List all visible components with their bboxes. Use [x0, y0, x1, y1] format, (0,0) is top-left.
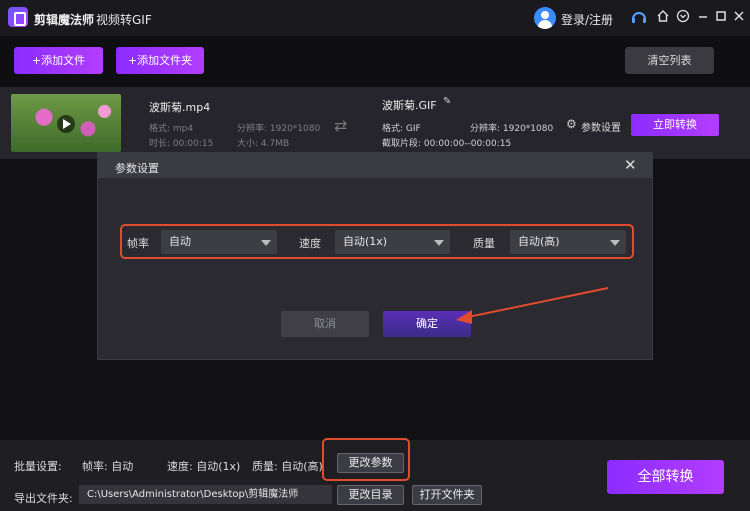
output-path-field[interactable] — [79, 485, 332, 504]
change-params-button[interactable]: 更改参数 — [337, 453, 404, 473]
batch-speed: 速度: 自动(1x) — [167, 460, 241, 473]
batch-quality: 质量: 自动(高) — [252, 460, 323, 473]
convert-all-button[interactable]: 全部转换 — [607, 460, 724, 494]
change-dir-button[interactable]: 更改目录 — [337, 485, 404, 505]
output-folder-label: 导出文件夹: — [14, 492, 73, 505]
annotation-arrow — [456, 287, 609, 324]
batch-framerate: 帧率: 自动 — [82, 460, 134, 473]
open-folder-button[interactable]: 打开文件夹 — [412, 485, 482, 505]
batch-settings-label: 批量设置: — [14, 460, 62, 473]
